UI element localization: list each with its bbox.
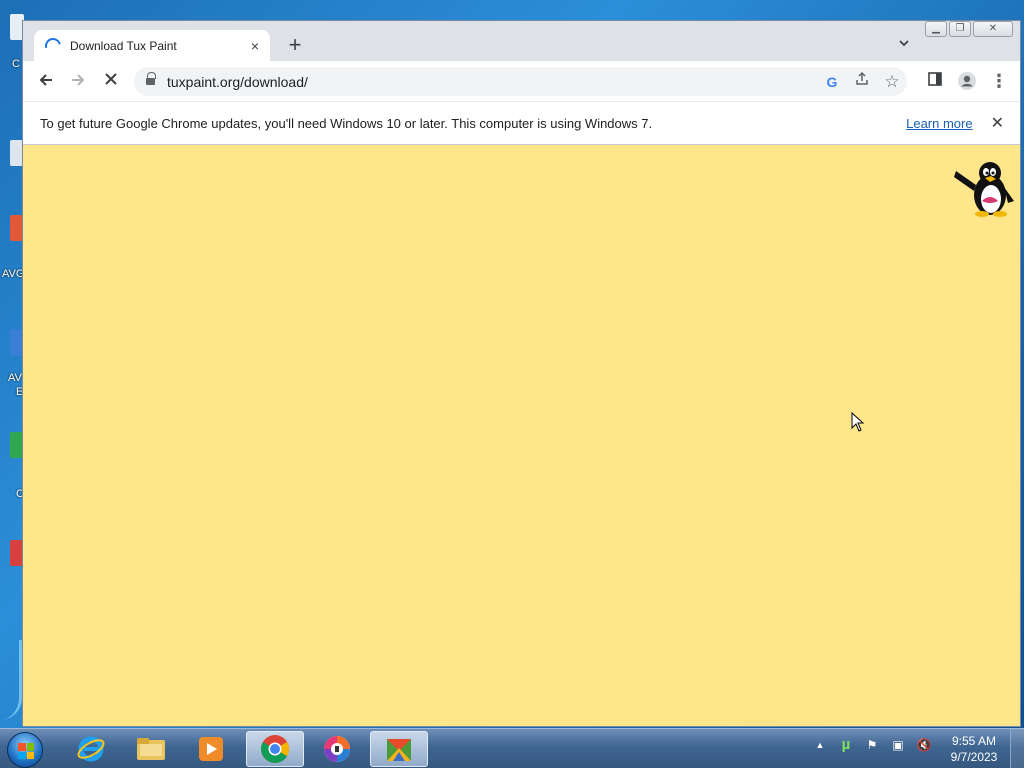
volume-muted-icon[interactable]: 🔇 [916,737,932,753]
infobar-message: To get future Google Chrome updates, you… [40,115,653,131]
desktop-label-av: AV [8,372,22,384]
system-tray: ▲ µ ⚑ ▣ 🔇 [812,737,932,753]
side-panel-icon [928,72,942,86]
share-icon[interactable] [847,71,877,93]
network-icon[interactable]: ▣ [890,737,906,753]
arrow-left-icon [39,74,52,86]
stop-loading-button[interactable] [101,71,121,91]
clock-date: 9/7/2023 [950,750,998,764]
loading-spinner-icon [42,34,64,57]
browser-toolbar: tuxpaint.org/download/ G ☆ ⋮ [23,61,1020,101]
chevron-down-icon [899,40,909,47]
stop-icon [105,73,117,85]
folder-icon [137,738,165,760]
chrome-menu-button[interactable]: ⋮ [989,71,1009,91]
page-content [23,145,1020,726]
tux-penguin-logo[interactable] [952,157,1018,217]
tab-strip: Download Tux Paint × + ▁ ❐ ✕ [23,21,1020,61]
update-infobar: To get future Google Chrome updates, you… [23,101,1020,145]
mouse-cursor-icon [851,412,865,432]
share-arrow-icon [856,71,868,85]
restore-button[interactable]: ❐ [949,21,971,37]
tab-title: Download Tux Paint [70,38,177,53]
windows-logo-icon [18,743,34,759]
tab-search-button[interactable] [895,36,913,54]
profile-avatar-icon [958,72,976,90]
arrow-right-icon [72,74,85,86]
back-button[interactable] [36,71,56,91]
system-clock[interactable]: 9:55 AM 9/7/2023 [944,733,1004,765]
close-window-button[interactable]: ✕ [973,21,1013,37]
address-bar[interactable]: tuxpaint.org/download/ G ☆ [134,67,907,96]
desktop-wallpaper-swoosh [0,640,22,720]
new-tab-button[interactable]: + [283,34,307,58]
media-player-icon [199,737,223,761]
tab-close-icon[interactable]: × [246,37,264,55]
lock-icon[interactable] [146,72,156,87]
chrome-icon [261,735,289,763]
chrome-window: Download Tux Paint × + ▁ ❐ ✕ tuxpaint.or… [22,20,1021,727]
forward-button[interactable] [68,71,88,91]
taskbar-file-explorer[interactable] [122,731,180,767]
minimize-button[interactable]: ▁ [925,21,947,37]
window-controls: ▁ ❐ ✕ [925,21,1013,37]
side-panel-button[interactable] [925,71,945,91]
taskbar-media-player[interactable] [182,731,240,767]
avg-browser-icon [324,736,350,762]
show-desktop-button[interactable] [1010,729,1024,768]
url-text[interactable]: tuxpaint.org/download/ [167,74,817,90]
internet-explorer-icon [77,736,105,762]
profile-button[interactable] [957,71,977,91]
clock-time: 9:55 AM [951,734,997,748]
utorrent-icon[interactable]: µ [838,737,854,753]
infobar-close-icon[interactable]: ✕ [991,113,1004,133]
google-lens-icon[interactable]: G [817,71,847,93]
learn-more-link[interactable]: Learn more [906,116,972,131]
taskbar-google-chrome[interactable] [246,731,304,767]
desktop-label-1: C [12,58,20,70]
tab-download-tux-paint[interactable]: Download Tux Paint × [34,30,270,61]
show-hidden-icons-icon[interactable]: ▲ [812,737,828,753]
taskbar-internet-explorer[interactable] [62,731,120,767]
start-button[interactable] [7,732,43,768]
windows-taskbar: ▲ µ ⚑ ▣ 🔇 9:55 AM 9/7/2023 [0,728,1024,768]
taskbar-avg-antivirus[interactable] [370,731,428,767]
action-center-flag-icon[interactable]: ⚑ [864,737,880,753]
taskbar-avg-secure-browser[interactable] [308,731,366,767]
avg-antivirus-icon [387,739,411,761]
bookmark-star-icon[interactable]: ☆ [877,71,907,93]
